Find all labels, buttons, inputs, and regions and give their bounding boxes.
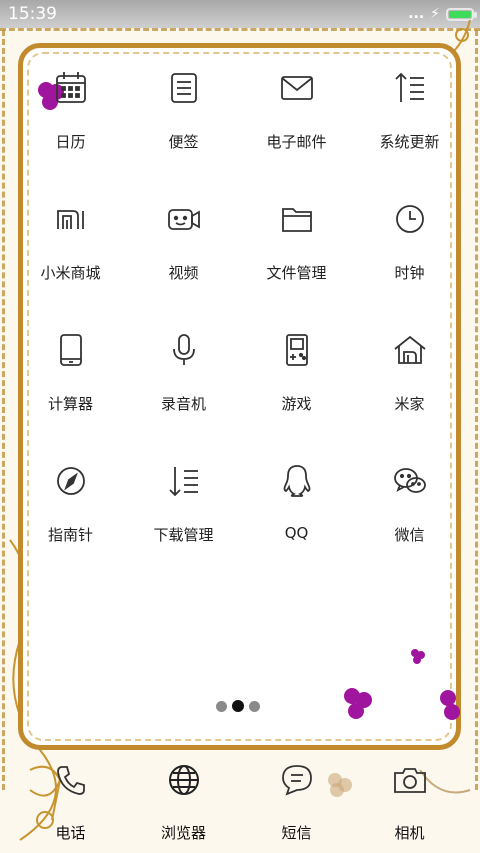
dock-app-sms[interactable]: 短信: [240, 758, 353, 848]
app-label: 便签: [168, 133, 199, 151]
dock-app-browser[interactable]: 浏览器: [127, 758, 240, 848]
app-label: QQ: [284, 524, 309, 542]
sms-icon: [277, 760, 317, 800]
download-icon: [164, 461, 204, 501]
app-label: 视频: [168, 264, 199, 282]
app-label: 指南针: [47, 526, 93, 544]
app-label: 文件管理: [266, 264, 327, 282]
video-icon: [164, 199, 204, 239]
calculator-icon: [51, 330, 91, 370]
notes-icon: [164, 68, 204, 108]
page-dot[interactable]: [249, 700, 260, 712]
app-email[interactable]: 电子邮件: [240, 58, 353, 189]
phone-icon: [51, 760, 91, 800]
app-label: 米家: [394, 395, 425, 413]
app-clock[interactable]: 时钟: [353, 189, 466, 320]
mi-store-icon: [51, 199, 91, 239]
app-compass[interactable]: 指南针: [14, 451, 127, 582]
page-dot[interactable]: [216, 700, 227, 712]
camera-icon: [390, 760, 430, 800]
browser-icon: [164, 760, 204, 800]
app-game[interactable]: 游戏: [240, 320, 353, 451]
dock: 电话 浏览器 短信 相机: [14, 758, 466, 848]
app-video[interactable]: 视频: [127, 189, 240, 320]
app-download-manager[interactable]: 下载管理: [127, 451, 240, 582]
dock-app-camera[interactable]: 相机: [353, 758, 466, 848]
status-time: 15:39: [8, 4, 57, 24]
wallpaper-purple-flower-right: [440, 690, 460, 720]
qq-icon: [277, 461, 317, 501]
mail-icon: [277, 68, 317, 108]
app-label: 系统更新: [379, 133, 440, 151]
app-label: 小米商城: [40, 264, 101, 282]
app-wechat[interactable]: 微信: [353, 451, 466, 582]
wechat-icon: [390, 461, 430, 501]
microphone-icon: [164, 330, 204, 370]
folder-icon: [277, 199, 317, 239]
app-file-manager[interactable]: 文件管理: [240, 189, 353, 320]
app-mi-home[interactable]: 米家: [353, 320, 466, 451]
compass-icon: [51, 461, 91, 501]
clock-icon: [390, 199, 430, 239]
app-mi-store[interactable]: 小米商城: [14, 189, 127, 320]
calendar-icon: [51, 68, 91, 108]
app-label: 电子邮件: [266, 133, 327, 151]
app-label: 电话: [55, 824, 86, 842]
app-label: 日历: [55, 133, 86, 151]
page-indicator[interactable]: [216, 700, 260, 712]
app-qq[interactable]: QQ: [240, 451, 353, 582]
app-label: 相机: [394, 824, 425, 842]
app-calculator[interactable]: 计算器: [14, 320, 127, 451]
app-notes[interactable]: 便签: [127, 58, 240, 189]
app-label: 录音机: [160, 395, 206, 413]
wallpaper-purple-flower-bottom: [344, 688, 372, 719]
app-calendar[interactable]: 日历: [14, 58, 127, 189]
app-label: 浏览器: [160, 824, 206, 842]
app-label: 游戏: [281, 395, 312, 413]
wallpaper-purple-small-flower: [411, 649, 425, 664]
app-label: 时钟: [394, 264, 425, 282]
dock-app-phone[interactable]: 电话: [14, 758, 127, 848]
app-label: 下载管理: [153, 526, 214, 544]
wallpaper-dashed-border-right: [465, 30, 478, 790]
app-recorder[interactable]: 录音机: [127, 320, 240, 451]
game-icon: [277, 330, 317, 370]
page-dot-active[interactable]: [232, 700, 244, 712]
app-system-update[interactable]: 系统更新: [353, 58, 466, 189]
app-grid: 日历 便签 电子邮件 系统更新 小米商城 视频 文件管理 时钟 计算器 录音机 …: [14, 58, 466, 582]
app-label: 微信: [394, 526, 425, 544]
app-label: 计算器: [47, 395, 93, 413]
app-label: 短信: [281, 824, 312, 842]
smart-home-icon: [390, 330, 430, 370]
system-update-icon: [390, 68, 430, 108]
